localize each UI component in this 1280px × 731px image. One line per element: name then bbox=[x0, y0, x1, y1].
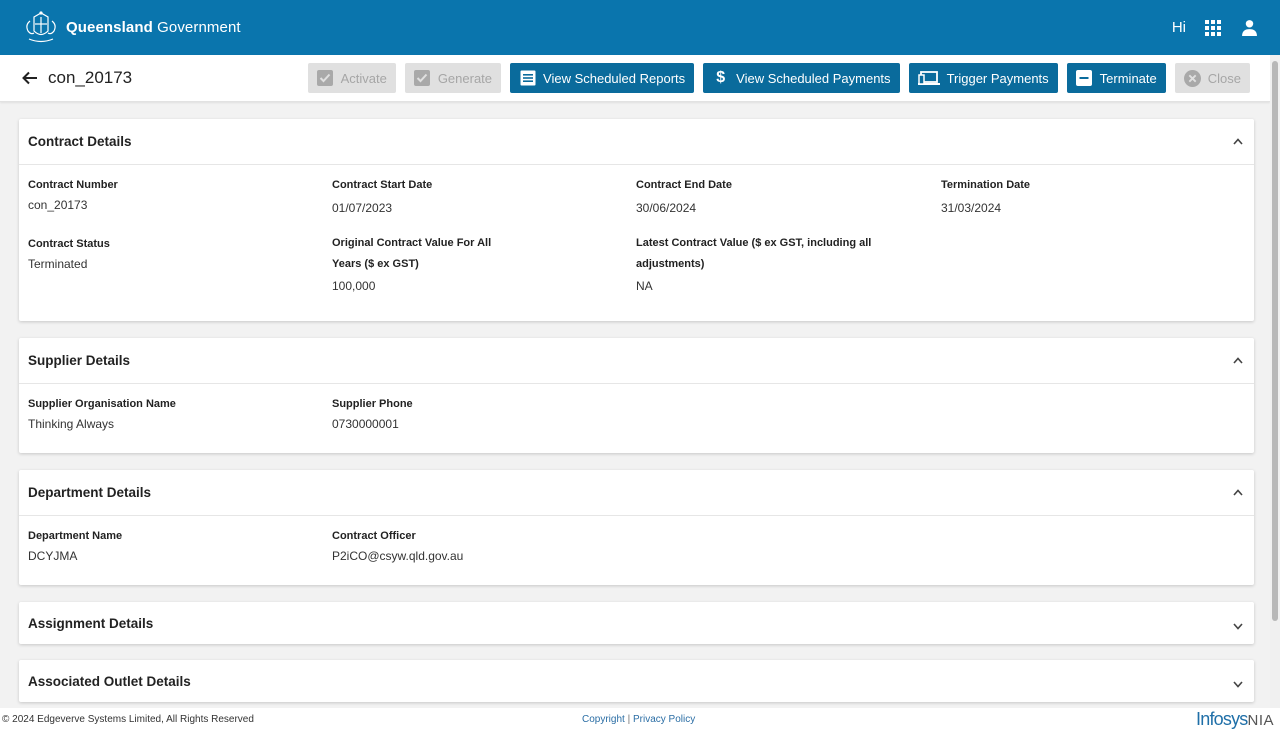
contract-details-header[interactable]: Contract Details bbox=[19, 119, 1254, 165]
supplier-details-card: Supplier Details Supplier Organisation N… bbox=[19, 338, 1254, 453]
chevron-up-icon[interactable] bbox=[1231, 135, 1245, 149]
scrollbar-thumb[interactable] bbox=[1272, 61, 1278, 621]
contract-status-value: Terminated bbox=[28, 257, 88, 271]
brand[interactable]: Queensland Government bbox=[22, 10, 241, 45]
original-contract-value: 100,000 bbox=[332, 279, 376, 293]
field-label: Contract Officer bbox=[332, 530, 416, 542]
section-title: Assignment Details bbox=[28, 615, 154, 631]
trigger-payments-button[interactable]: Trigger Payments bbox=[908, 63, 1058, 93]
field-label: Supplier Phone bbox=[332, 398, 413, 410]
generate-button[interactable]: Generate bbox=[404, 63, 502, 93]
minus-box-icon bbox=[1076, 70, 1093, 87]
termination-date-value: 31/03/2024 bbox=[941, 201, 1002, 215]
field-label: Supplier Organisation Name bbox=[28, 398, 176, 410]
trigger-payments-label: Trigger Payments bbox=[946, 70, 1049, 86]
assignment-details-header[interactable]: Assignment Details bbox=[19, 602, 1254, 644]
field-label: Contract Status bbox=[28, 238, 110, 250]
supplier-details-header[interactable]: Supplier Details bbox=[19, 338, 1254, 384]
view-scheduled-reports-button[interactable]: View Scheduled Reports bbox=[510, 63, 695, 93]
brand-name: Queensland Government bbox=[66, 19, 241, 36]
list-icon bbox=[519, 70, 536, 87]
field-label: Years ($ ex GST) bbox=[332, 258, 419, 270]
close-circle-icon bbox=[1183, 69, 1201, 87]
generate-label: Generate bbox=[437, 70, 493, 86]
field-label: Contract End Date bbox=[636, 179, 732, 191]
page-toolbar: con_20173 Activate Generate View Schedul… bbox=[0, 55, 1270, 102]
field-label: Latest Contract Value ($ ex GST, includi… bbox=[636, 237, 872, 249]
page-title: con_20173 bbox=[48, 68, 133, 87]
department-name-value: DCYJMA bbox=[28, 549, 78, 563]
activate-label: Activate bbox=[340, 70, 387, 86]
queensland-crest-icon bbox=[26, 10, 56, 42]
contract-end-date-value: 30/06/2024 bbox=[636, 201, 697, 215]
close-label: Close bbox=[1207, 70, 1241, 86]
contract-details-card: Contract Details Contract Number con_201… bbox=[19, 119, 1254, 321]
check-box-icon bbox=[414, 70, 431, 87]
section-title: Department Details bbox=[28, 485, 152, 500]
view-scheduled-reports-label: View Scheduled Reports bbox=[543, 70, 686, 86]
section-title: Associated Outlet Details bbox=[28, 673, 191, 689]
chevron-up-icon[interactable] bbox=[1231, 486, 1245, 500]
back-arrow-icon[interactable] bbox=[20, 68, 40, 88]
terminate-button[interactable]: Terminate bbox=[1066, 63, 1166, 93]
page-footer: © 2024 Edgeverve Systems Limited, All Ri… bbox=[0, 708, 1280, 731]
footer-separator: | bbox=[624, 714, 633, 725]
chevron-down-icon[interactable] bbox=[1231, 677, 1245, 691]
view-scheduled-payments-label: View Scheduled Payments bbox=[736, 70, 891, 86]
contract-number-value: con_20173 bbox=[28, 198, 88, 212]
associated-outlet-details-card: Associated Outlet Details bbox=[19, 660, 1254, 702]
greeting-text: Hi bbox=[1171, 19, 1186, 36]
department-details-header[interactable]: Department Details bbox=[19, 470, 1254, 516]
app-header: Queensland Government Hi bbox=[0, 0, 1280, 55]
section-title: Contract Details bbox=[28, 134, 132, 149]
section-title: Supplier Details bbox=[28, 353, 131, 368]
check-box-icon bbox=[317, 70, 334, 87]
privacy-policy-link[interactable]: Privacy Policy bbox=[633, 714, 695, 725]
terminate-label: Terminate bbox=[1099, 70, 1157, 86]
apps-grid-icon[interactable] bbox=[1204, 19, 1222, 37]
activate-button[interactable]: Activate bbox=[307, 63, 396, 93]
supplier-phone-value: 0730000001 bbox=[332, 417, 399, 431]
page-scrollbar[interactable] bbox=[1270, 55, 1280, 731]
latest-contract-value: NA bbox=[636, 279, 653, 293]
department-details-card: Department Details Department Name DCYJM… bbox=[19, 470, 1254, 585]
copyright-text: © 2024 Edgeverve Systems Limited, All Ri… bbox=[2, 714, 254, 725]
infosys-nia-logo: InfosysNIA bbox=[1196, 709, 1274, 729]
chevron-up-icon[interactable] bbox=[1231, 354, 1245, 368]
chevron-down-icon[interactable] bbox=[1231, 619, 1245, 633]
associated-outlet-details-header[interactable]: Associated Outlet Details bbox=[19, 660, 1254, 702]
supplier-organisation-value: Thinking Always bbox=[28, 417, 115, 431]
user-icon[interactable] bbox=[1240, 19, 1258, 37]
devices-icon bbox=[917, 70, 940, 87]
field-label: Original Contract Value For All bbox=[332, 237, 492, 249]
close-button[interactable]: Close bbox=[1174, 63, 1250, 93]
copyright-link[interactable]: Copyright bbox=[582, 714, 625, 725]
dollar-icon: $ bbox=[716, 69, 726, 86]
field-label: Contract Start Date bbox=[332, 179, 433, 191]
field-label: Contract Number bbox=[28, 179, 118, 191]
field-label: Department Name bbox=[28, 530, 123, 542]
assignment-details-card: Assignment Details bbox=[19, 602, 1254, 644]
contract-start-date-value: 01/07/2023 bbox=[332, 201, 393, 215]
footer-links: Copyright | Privacy Policy bbox=[582, 714, 695, 725]
field-label: Termination Date bbox=[941, 179, 1031, 191]
field-label: adjustments) bbox=[636, 258, 705, 270]
view-scheduled-payments-button[interactable]: $ View Scheduled Payments bbox=[703, 63, 900, 93]
contract-officer-value: P2iCO@csyw.qld.gov.au bbox=[332, 549, 464, 563]
